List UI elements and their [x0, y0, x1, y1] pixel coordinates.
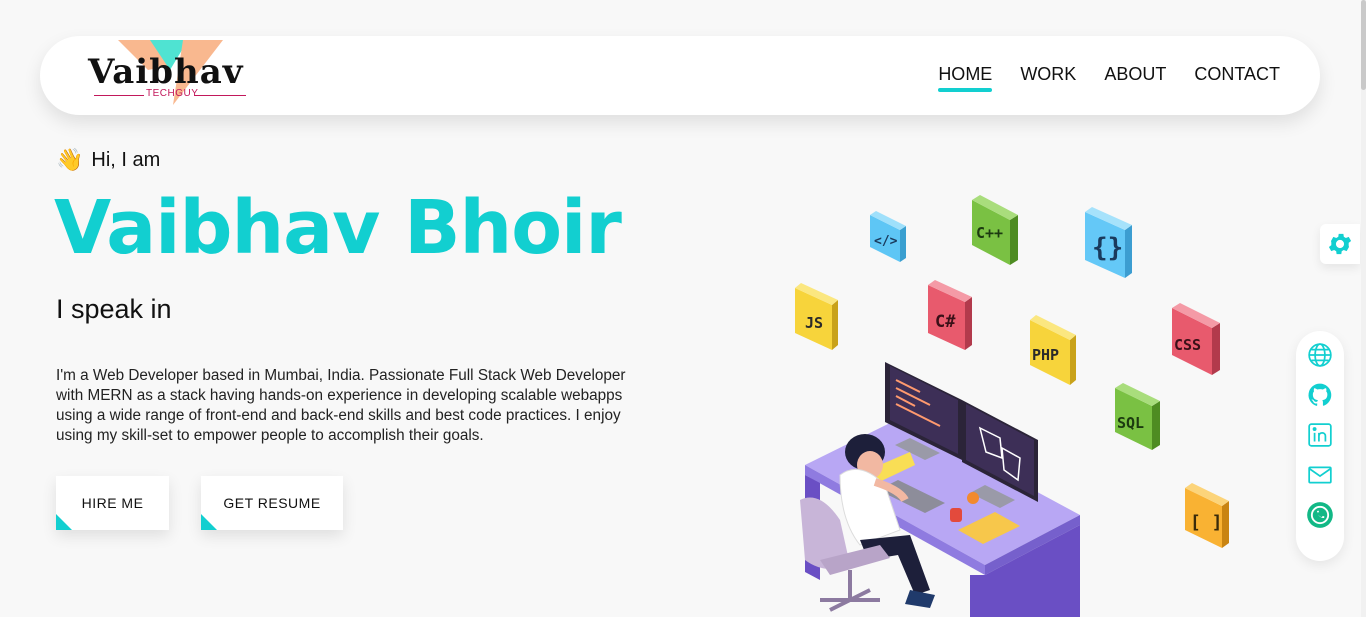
- cube-cpp-icon: C++: [972, 195, 1018, 265]
- scrollbar-track[interactable]: [1361, 0, 1366, 617]
- whatsapp-icon[interactable]: [1306, 501, 1334, 529]
- cube-braces-icon: {}: [1085, 207, 1132, 278]
- logo-subtitle: TECHGUY: [146, 88, 199, 99]
- greeting-text: Hi, I am: [91, 148, 161, 171]
- cube-code-icon: </>: [870, 211, 906, 262]
- cube-css-icon: CSS: [1172, 303, 1220, 375]
- svg-text:C#: C#: [935, 312, 956, 332]
- logo[interactable]: Vaibhav TECHGUY: [88, 40, 258, 112]
- hire-me-button[interactable]: HIRE ME: [56, 476, 169, 530]
- scrollbar-thumb[interactable]: [1361, 0, 1366, 90]
- greeting: 👋 Hi, I am: [56, 148, 160, 172]
- linkedin-icon[interactable]: [1306, 421, 1334, 449]
- mail-icon[interactable]: [1306, 461, 1334, 489]
- svg-text:SQL: SQL: [1117, 414, 1144, 432]
- svg-text:{}: {}: [1092, 233, 1123, 263]
- waving-hand-icon: 👋: [56, 147, 84, 172]
- hero-description: I'm a Web Developer based in Mumbai, Ind…: [56, 367, 626, 444]
- speak-heading: I speak in: [56, 294, 172, 324]
- logo-text: Vaibhav: [88, 52, 244, 92]
- settings-button[interactable]: [1320, 224, 1360, 264]
- globe-icon[interactable]: [1306, 341, 1334, 369]
- cube-sql-icon: SQL: [1115, 383, 1160, 450]
- mug: [950, 508, 962, 522]
- nav-home[interactable]: HOME: [938, 62, 993, 92]
- logo-divider: [194, 95, 246, 96]
- cube-csharp-icon: C#: [928, 280, 972, 350]
- svg-text:PHP: PHP: [1032, 346, 1059, 364]
- orange-ball: [967, 492, 979, 504]
- navbar: Vaibhav TECHGUY HOME WORK ABOUT CONTACT: [40, 36, 1320, 115]
- gear-icon: [1328, 233, 1352, 255]
- svg-text:CSS: CSS: [1174, 336, 1201, 354]
- nav-work[interactable]: WORK: [1020, 62, 1076, 90]
- nav-links: HOME WORK ABOUT CONTACT: [938, 36, 1280, 115]
- svg-text:JS: JS: [805, 314, 823, 332]
- svg-text:C++: C++: [976, 224, 1003, 242]
- social-links: [1296, 331, 1344, 561]
- nav-contact[interactable]: CONTACT: [1194, 62, 1280, 90]
- nav-about[interactable]: ABOUT: [1104, 62, 1166, 90]
- hero-name: Vaibhav Bhoir: [54, 185, 622, 271]
- get-resume-button[interactable]: GET RESUME: [201, 476, 343, 530]
- developer-illustration: </> C++ {} JS C# PHP CSS SQL []: [795, 195, 1229, 617]
- svg-text:[ ]: [ ]: [1190, 512, 1223, 533]
- cube-brackets-icon: [ ]: [1185, 483, 1229, 548]
- github-icon[interactable]: [1306, 381, 1334, 409]
- cube-php-icon: PHP: [1030, 315, 1076, 385]
- svg-text:</>: </>: [874, 234, 898, 249]
- logo-divider: [94, 95, 144, 96]
- cube-js-icon: JS: [795, 283, 838, 350]
- page: Vaibhav TECHGUY HOME WORK ABOUT CONTACT …: [0, 0, 1366, 617]
